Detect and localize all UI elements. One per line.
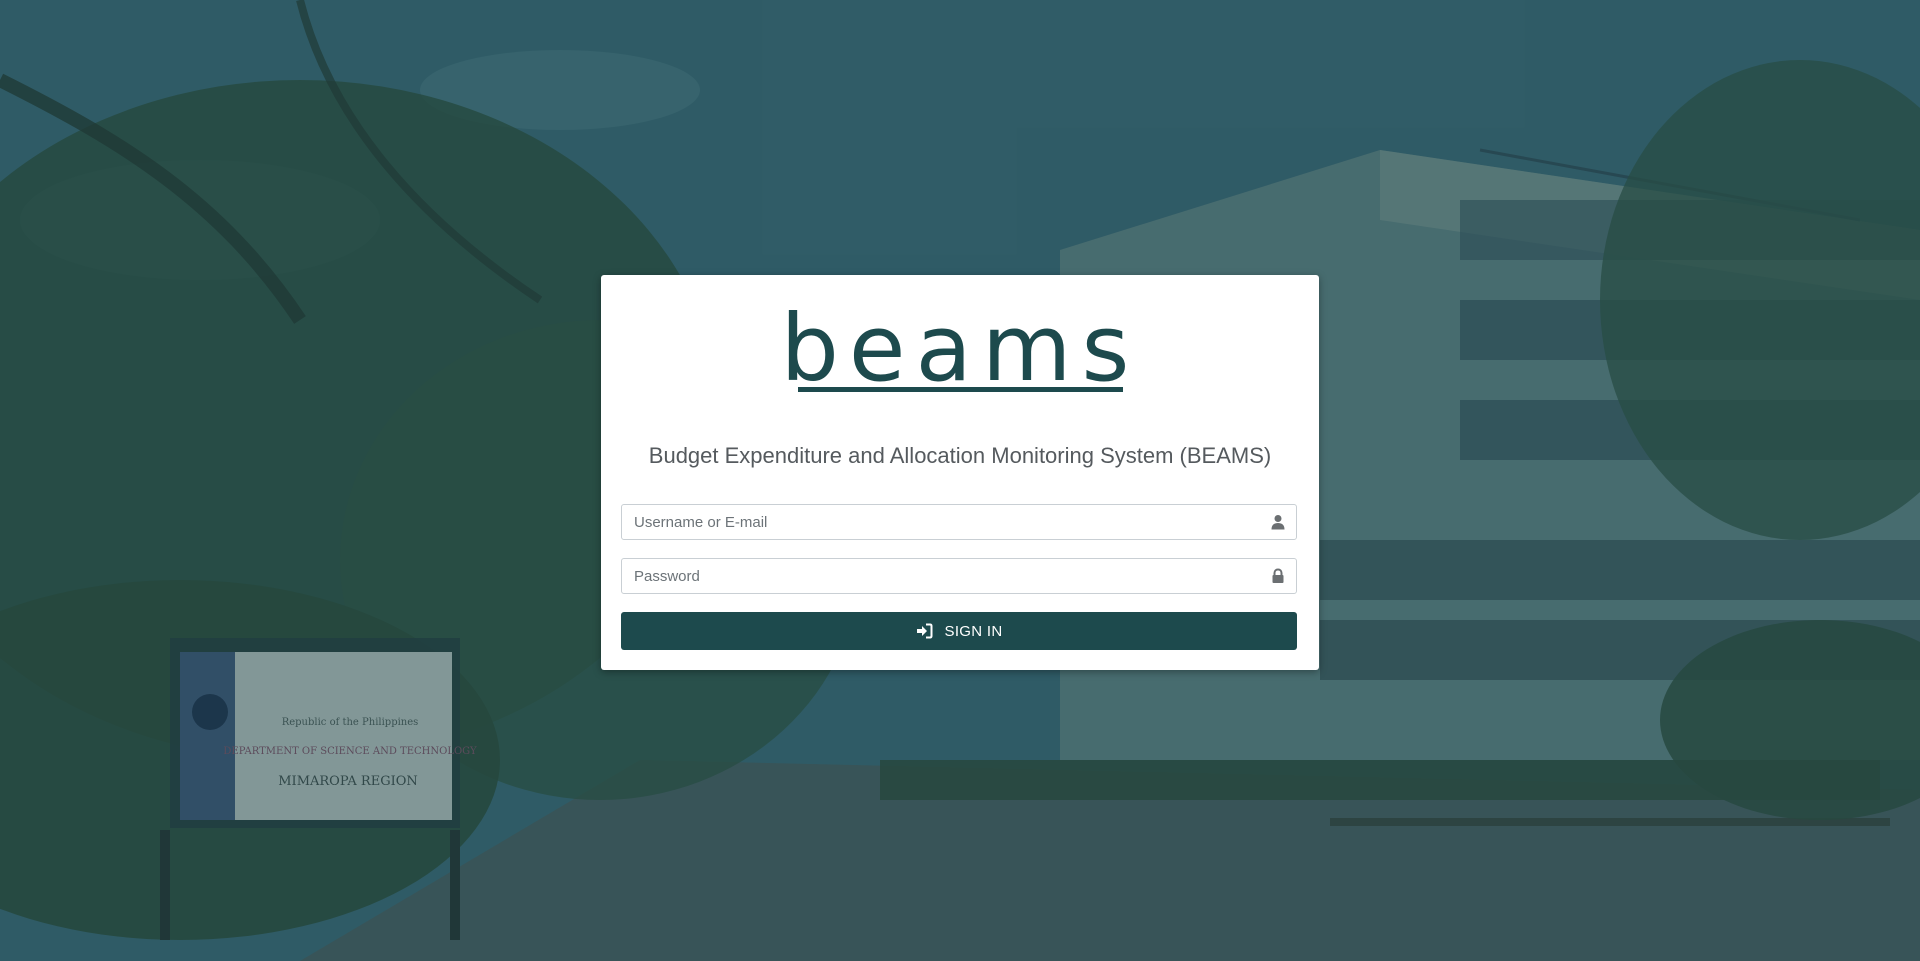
- username-field[interactable]: [621, 504, 1297, 540]
- username-input[interactable]: [622, 505, 1276, 539]
- beams-logo: beams: [780, 295, 1140, 402]
- user-icon: [1270, 514, 1286, 530]
- lock-icon: [1270, 568, 1286, 584]
- logo-underline: [798, 387, 1123, 392]
- sign-in-label: SIGN IN: [944, 622, 1003, 640]
- password-field[interactable]: [621, 558, 1297, 594]
- password-input[interactable]: [622, 559, 1276, 593]
- sign-in-button[interactable]: SIGN IN: [621, 612, 1297, 650]
- login-card: beams Budget Expenditure and Allocation …: [601, 275, 1319, 670]
- sign-in-icon: [916, 623, 933, 639]
- system-subtitle: Budget Expenditure and Allocation Monito…: [648, 443, 1272, 468]
